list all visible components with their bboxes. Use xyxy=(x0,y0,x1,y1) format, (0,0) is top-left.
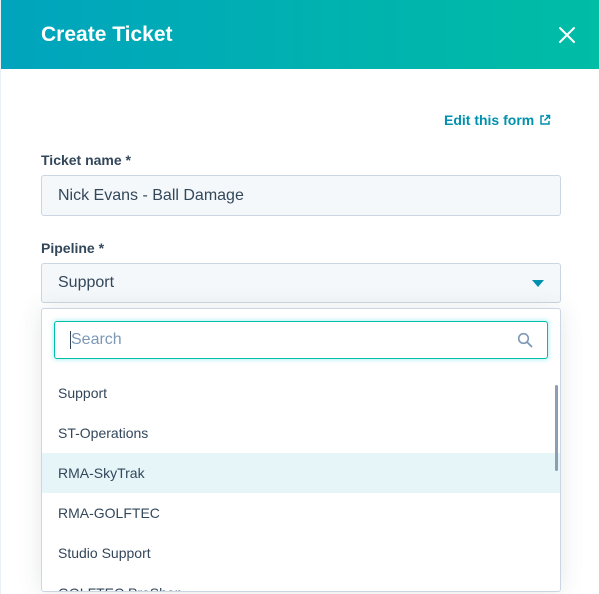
panel-title: Create Ticket xyxy=(41,23,173,46)
pipeline-option-label: ST-Operations xyxy=(58,425,149,441)
dropdown-scrollbar[interactable] xyxy=(555,385,558,471)
search-field xyxy=(54,321,548,359)
pipeline-option-label: GOLFTEC ProShop xyxy=(58,585,183,591)
search-icon xyxy=(517,332,533,348)
pipeline-label: Pipeline * xyxy=(41,240,105,256)
close-button[interactable] xyxy=(553,21,581,49)
ticket-name-input[interactable] xyxy=(41,175,561,216)
pipeline-option[interactable]: GOLFTEC ProShop xyxy=(42,573,560,591)
search-input[interactable] xyxy=(55,322,515,357)
edit-form-link[interactable]: Edit this form xyxy=(444,112,551,128)
ticket-name-label: Ticket name * xyxy=(41,152,132,168)
pipeline-dropdown-menu: Support ST-Operations RMA-SkyTrak RMA-GOLFT… xyxy=(41,308,561,592)
create-ticket-panel: Create Ticket Edit this form Ticket name… xyxy=(1,0,599,594)
pipeline-option-label: RMA-GOLFTEC xyxy=(58,505,160,521)
pipeline-option[interactable]: Support xyxy=(42,373,560,413)
close-icon xyxy=(559,27,575,43)
pipeline-option[interactable]: RMA-SkyTrak xyxy=(42,453,560,493)
external-link-icon xyxy=(540,114,551,125)
pipeline-option-label: RMA-SkyTrak xyxy=(58,465,145,481)
option-list: Support ST-Operations RMA-SkyTrak RMA-GOLFT… xyxy=(42,373,560,591)
caret-down-icon xyxy=(532,280,544,287)
edit-form-link-label: Edit this form xyxy=(444,112,535,128)
text-cursor xyxy=(70,331,71,349)
panel-header: Create Ticket xyxy=(1,0,599,69)
pipeline-option[interactable]: Studio Support xyxy=(42,533,560,573)
pipeline-select[interactable]: Support xyxy=(41,263,561,303)
pipeline-selected-value: Support xyxy=(58,274,115,291)
pipeline-option-label: Studio Support xyxy=(58,545,151,561)
pipeline-option[interactable]: ST-Operations xyxy=(42,413,560,453)
pipeline-option[interactable]: RMA-GOLFTEC xyxy=(42,493,560,533)
pipeline-option-label: Support xyxy=(58,385,108,401)
